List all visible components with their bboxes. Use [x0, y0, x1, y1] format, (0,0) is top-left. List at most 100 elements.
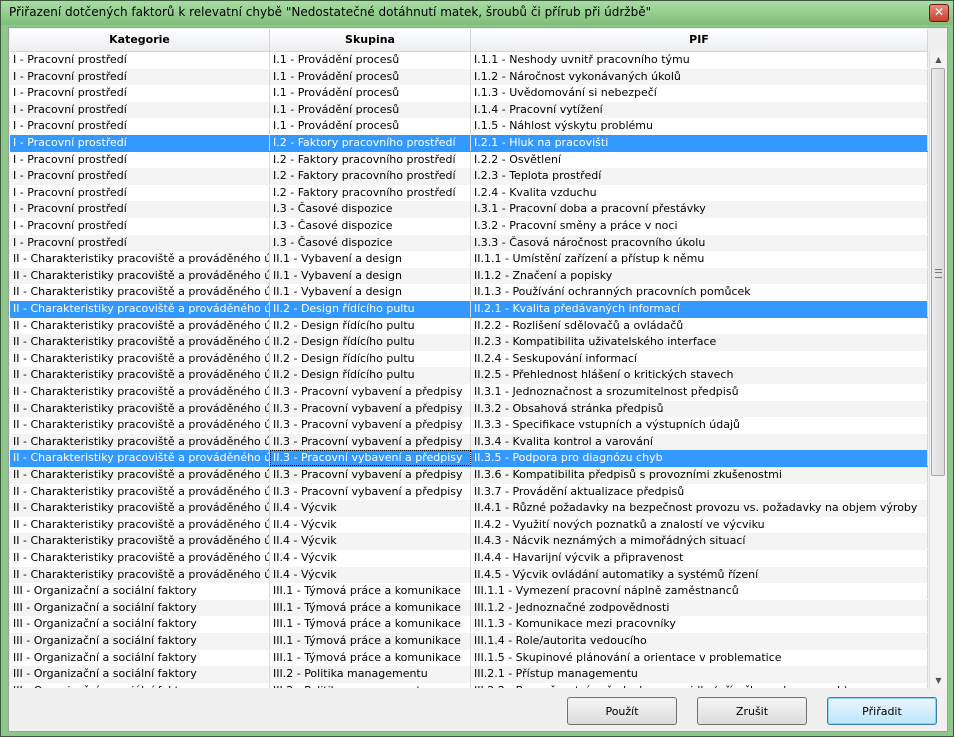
cell-skupina[interactable]: III.1 - Týmová práce a komunikace: [270, 616, 471, 633]
cell-kategorie[interactable]: I - Pracovní prostředí: [10, 201, 270, 218]
table-row[interactable]: I - Pracovní prostředí I.3 - Časové dispo…: [10, 218, 928, 235]
table-row[interactable]: II - Charakteristiky pracoviště a provád…: [10, 267, 928, 285]
cell-skupina[interactable]: II.4 - Výcvik: [270, 566, 471, 583]
cell-kategorie[interactable]: I - Pracovní prostředí: [10, 234, 270, 251]
table-row[interactable]: I - Pracovní prostředí I.2 - Faktory prac…: [10, 184, 928, 202]
cell-pif[interactable]: II.2.4 - Seskupování informací: [471, 350, 928, 367]
cell-kategorie[interactable]: I - Pracovní prostředí: [10, 52, 270, 68]
cell-skupina[interactable]: II.4 - Výcvik: [270, 516, 471, 533]
cell-skupina[interactable]: II.4 - Výcvik: [270, 500, 471, 517]
cell-kategorie[interactable]: II - Charakteristiky pracoviště a provád…: [10, 267, 270, 284]
table-row[interactable]: III - Organizační a sociální faktoryIII.…: [10, 616, 928, 633]
cell-kategorie[interactable]: III - Organizační a sociální faktory: [10, 616, 270, 633]
table-row[interactable]: I - Pracovní prostředí I.3 - Časové dispo…: [10, 201, 928, 218]
cell-pif[interactable]: III.1.4 - Role/autorita vedoucího: [471, 633, 928, 649]
cell-skupina[interactable]: I.2 - Faktory pracovního prostředí: [270, 168, 471, 185]
cell-skupina[interactable]: I.2 - Faktory pracovního prostředí: [270, 135, 471, 151]
cell-kategorie[interactable]: I - Pracovní prostředí: [10, 184, 270, 201]
cell-pif[interactable]: II.3.4 - Kvalita kontrol a varování: [471, 433, 928, 450]
table-row[interactable]: II - Charakteristiky pracoviště a provád…: [10, 500, 928, 517]
cell-pif[interactable]: I.1.2 - Náročnost vykonávaných úkolů: [471, 68, 928, 85]
cell-kategorie[interactable]: II - Charakteristiky pracoviště a provád…: [10, 400, 270, 417]
cell-kategorie[interactable]: III - Organizační a sociální faktory: [10, 583, 270, 600]
cancel-button[interactable]: Zrušit: [697, 697, 807, 725]
cell-pif[interactable]: II.4.3 - Nácvik neznámých a mimořádných …: [471, 533, 928, 550]
cell-skupina[interactable]: II.3 - Pracovní vybavení a předpisy: [270, 483, 471, 500]
table-row[interactable]: II - Charakteristiky pracoviště a provád…: [10, 516, 928, 534]
cell-kategorie[interactable]: III - Organizační a sociální faktory: [10, 599, 270, 616]
cell-kategorie[interactable]: I - Pracovní prostředí: [10, 168, 270, 185]
assign-button[interactable]: Přiřadit: [827, 697, 937, 725]
cell-kategorie[interactable]: II - Charakteristiky pracoviště a provád…: [10, 550, 270, 566]
cell-skupina[interactable]: II.3 - Pracovní vybavení a předpisy: [270, 450, 471, 467]
cell-pif[interactable]: II.1.2 - Značení a popisky: [471, 267, 928, 284]
table-row[interactable]: III - Organizační a sociální faktoryIII.…: [10, 583, 928, 600]
cell-skupina[interactable]: II.4 - Výcvik: [270, 550, 471, 566]
cell-skupina[interactable]: II.2 - Design řídícího pultu: [270, 334, 471, 351]
cell-skupina[interactable]: I.1 - Provádění procesů: [270, 52, 471, 68]
cell-kategorie[interactable]: II - Charakteristiky pracoviště a provád…: [10, 483, 270, 500]
cell-skupina[interactable]: II.1 - Vybavení a design: [270, 267, 471, 284]
cell-pif[interactable]: II.3.2 - Obsahová stránka předpisů: [471, 400, 928, 417]
cell-pif[interactable]: II.4.5 - Výcvik ovládání automatiky a sy…: [471, 566, 928, 583]
table-row[interactable]: I - Pracovní prostředí I.1 - Provádění pr…: [10, 52, 928, 69]
cell-pif[interactable]: II.4.4 - Havarijní výcvik a připravenost: [471, 550, 928, 566]
cell-skupina[interactable]: I.2 - Faktory pracovního prostředí: [270, 151, 471, 168]
cell-pif[interactable]: III.2.1 - Přístup managementu: [471, 666, 928, 683]
table-row[interactable]: III - Organizační a sociální faktoryIII.…: [10, 666, 928, 683]
table-row[interactable]: III - Organizační a sociální faktoryIII.…: [10, 649, 928, 667]
cell-pif[interactable]: II.4.1 - Různé požadavky na bezpečnost p…: [471, 500, 928, 517]
table-row[interactable]: III - Organizační a sociální faktory III.…: [10, 633, 928, 650]
table-row[interactable]: II - Charakteristiky pracoviště a provád…: [10, 317, 928, 335]
cell-kategorie[interactable]: III - Organizační a sociální faktory: [10, 633, 270, 649]
column-header-pif[interactable]: PIF: [471, 29, 928, 51]
cell-pif[interactable]: III.1.5 - Skupinové plánování a orientac…: [471, 649, 928, 666]
cell-pif[interactable]: I.1.1 - Neshody uvnitř pracovního týmu: [471, 52, 928, 68]
cell-skupina[interactable]: I.3 - Časové dispozice: [270, 201, 471, 218]
table-row[interactable]: II - Charakteristiky pracoviště a provád…: [10, 550, 928, 567]
cell-pif[interactable]: II.1.1 - Umístění zařízení a přístup k n…: [471, 251, 928, 268]
cell-kategorie[interactable]: I - Pracovní prostředí: [10, 101, 270, 118]
cell-skupina[interactable]: III.1 - Týmová práce a komunikace: [270, 649, 471, 666]
table-row[interactable]: I - Pracovní prostředí I.1 - Provádění pr…: [10, 85, 928, 102]
cell-skupina[interactable]: II.2 - Design řídícího pultu: [270, 350, 471, 367]
cell-skupina[interactable]: III.2 - Politika managementu: [270, 682, 471, 688]
cell-kategorie[interactable]: II - Charakteristiky pracoviště a provád…: [10, 500, 270, 517]
cell-skupina[interactable]: II.3 - Pracovní vybavení a předpisy: [270, 467, 471, 483]
table-row[interactable]: II - Charakteristiky pracoviště a provád…: [10, 417, 928, 434]
cell-pif[interactable]: I.2.3 - Teplota prostředí: [471, 168, 928, 185]
table-row[interactable]: III - Organizační a sociální faktoryIII.…: [10, 599, 928, 617]
table-row[interactable]: III - Organizační a sociální faktoryIII.…: [10, 682, 928, 688]
cell-kategorie[interactable]: I - Pracovní prostředí: [10, 151, 270, 168]
cell-kategorie[interactable]: II - Charakteristiky pracoviště a provád…: [10, 317, 270, 334]
table-row[interactable]: I - Pracovní prostředí I.3 - Časové dispo…: [10, 234, 928, 252]
vertical-scrollbar[interactable]: ▲ ▼: [929, 51, 947, 689]
cell-kategorie[interactable]: I - Pracovní prostředí: [10, 118, 270, 135]
apply-button[interactable]: Použít: [567, 697, 677, 725]
table-row[interactable]: II - Charakteristiky pracoviště a provád…: [10, 400, 928, 418]
cell-kategorie[interactable]: II - Charakteristiky pracoviště a provád…: [10, 566, 270, 583]
cell-pif[interactable]: III.1.3 - Komunikace mezi pracovníky: [471, 616, 928, 633]
column-header-kategorie[interactable]: Kategorie: [10, 29, 270, 51]
table-row[interactable]: II - Charakteristiky pracoviště a provád…: [10, 251, 928, 268]
cell-pif[interactable]: I.3.2 - Pracovní směny a práce v noci: [471, 218, 928, 234]
table-row[interactable]: II - Charakteristiky pracoviště a provád…: [10, 284, 928, 301]
cell-pif[interactable]: II.3.3 - Specifikace vstupních a výstupn…: [471, 417, 928, 434]
cell-kategorie[interactable]: I - Pracovní prostředí: [10, 135, 270, 151]
cell-skupina[interactable]: III.1 - Týmová práce a komunikace: [270, 599, 471, 616]
scroll-thumb[interactable]: [931, 68, 945, 476]
cell-skupina[interactable]: II.2 - Design řídícího pultu: [270, 367, 471, 384]
table-row[interactable]: I - Pracovní prostředí I.1 - Provádění pr…: [10, 118, 928, 135]
cell-kategorie[interactable]: I - Pracovní prostředí: [10, 68, 270, 85]
cell-kategorie[interactable]: II - Charakteristiky pracoviště a provád…: [10, 251, 270, 268]
cell-pif[interactable]: II.2.3 - Kompatibilita uživatelského int…: [471, 334, 928, 351]
table-row[interactable]: I - Pracovní prostředí I.2 - Faktory prac…: [10, 151, 928, 169]
cell-kategorie[interactable]: II - Charakteristiky pracoviště a provád…: [10, 350, 270, 367]
cell-skupina[interactable]: II.4 - Výcvik: [270, 533, 471, 550]
cell-pif[interactable]: I.1.3 - Uvědomování si nebezpečí: [471, 85, 928, 102]
cell-skupina[interactable]: II.3 - Pracovní vybavení a předpisy: [270, 433, 471, 450]
cell-skupina[interactable]: II.3 - Pracovní vybavení a předpisy: [270, 417, 471, 434]
cell-pif[interactable]: I.2.2 - Osvětlení: [471, 151, 928, 168]
cell-pif[interactable]: III.2.2 - Bezpečnostní požadavky a pravi…: [471, 682, 928, 688]
table-row[interactable]: II - Charakteristiky pracoviště a provád…: [10, 301, 928, 318]
